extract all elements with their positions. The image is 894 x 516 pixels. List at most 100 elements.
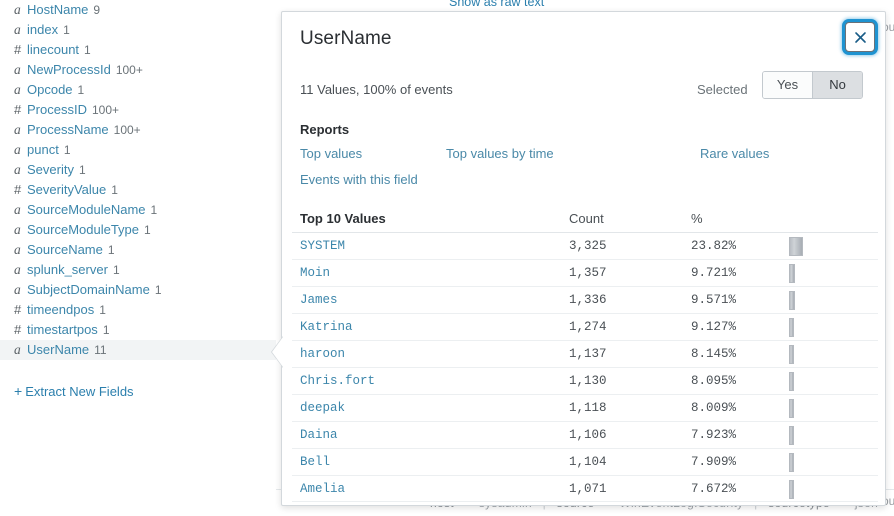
selected-label: Selected <box>697 82 748 97</box>
sidebar-field-severity[interactable]: a Severity 1 <box>0 160 276 180</box>
sidebar-field-label: SeverityValue <box>27 182 107 197</box>
percent-cell: 9.571% <box>691 293 737 307</box>
app-root: Show as raw text sou host =sysadmin | so… <box>0 0 894 516</box>
sidebar-field-sourcename[interactable]: a SourceName 1 <box>0 240 276 260</box>
table-row[interactable]: Amelia 1,071 7.672% <box>292 475 878 502</box>
count-cell: 1,137 <box>569 347 607 361</box>
extract-new-fields-link[interactable]: + Extract New Fields <box>14 383 134 399</box>
bar-cell <box>789 291 869 310</box>
sidebar-field-label: HostName <box>27 2 89 17</box>
table-row[interactable]: Daina 1,106 7.923% <box>292 421 878 448</box>
sidebar-field-username[interactable]: a UserName 11 <box>0 340 276 360</box>
value-cell[interactable]: Bell <box>300 455 330 469</box>
percent-cell: 23.82% <box>691 239 737 253</box>
value-bar <box>789 345 794 364</box>
value-cell[interactable]: Moin <box>300 266 330 280</box>
string-field-icon: a <box>14 162 21 177</box>
string-field-icon: a <box>14 22 21 37</box>
string-field-icon: a <box>14 222 21 237</box>
close-icon <box>853 30 868 45</box>
value-bar <box>789 291 795 310</box>
sidebar-field-processname[interactable]: a ProcessName 100+ <box>0 120 276 140</box>
count-cell: 1,336 <box>569 293 607 307</box>
report-link-rare-values[interactable]: Rare values <box>700 146 769 161</box>
sidebar-field-label: timeendpos <box>27 302 95 317</box>
sidebar-field-label: Opcode <box>27 82 73 97</box>
value-cell[interactable]: haroon <box>300 347 345 361</box>
sidebar-field-index[interactable]: a index 1 <box>0 20 276 40</box>
value-cell[interactable]: Chris.fort <box>300 374 375 388</box>
table-row[interactable]: deepak 1,118 8.009% <box>292 394 878 421</box>
table-row[interactable]: Katrina 1,274 9.127% <box>292 313 878 340</box>
sidebar-field-timestartpos[interactable]: # timestartpos 1 <box>0 320 276 340</box>
value-bar <box>789 264 795 283</box>
column-header-count: Count <box>569 211 604 226</box>
table-row[interactable]: Moin 1,357 9.721% <box>292 259 878 286</box>
page-title: UserName <box>300 28 392 49</box>
sidebar-field-count: 1 <box>77 83 85 97</box>
count-cell: 3,325 <box>569 239 607 253</box>
sidebar-field-severityvalue[interactable]: # SeverityValue 1 <box>0 180 276 200</box>
table-row[interactable]: James 1,336 9.571% <box>292 286 878 313</box>
table-row[interactable]: SYSTEM 3,325 23.82% <box>292 232 878 259</box>
report-link-top-values-by-time[interactable]: Top values by time <box>446 146 554 161</box>
numeric-field-icon: # <box>14 102 22 117</box>
sidebar-field-count: 100+ <box>91 103 119 117</box>
report-link-events-with-this-field[interactable]: Events with this field <box>300 172 418 187</box>
bar-cell <box>789 399 869 418</box>
selected-toggle-yes[interactable]: Yes <box>763 72 812 98</box>
report-link-top-values[interactable]: Top values <box>300 146 362 161</box>
bar-cell <box>789 453 869 472</box>
value-cell[interactable]: Amelia <box>300 482 345 496</box>
count-cell: 1,274 <box>569 320 607 334</box>
sidebar-field-label: NewProcessId <box>27 62 111 77</box>
sidebar-field-subjectdomainname[interactable]: a SubjectDomainName 1 <box>0 280 276 300</box>
sidebar-field-processid[interactable]: # ProcessID 100+ <box>0 100 276 120</box>
sidebar-field-label: ProcessName <box>27 122 109 137</box>
selected-toggle-no[interactable]: No <box>813 72 862 98</box>
value-cell[interactable]: deepak <box>300 401 345 415</box>
sidebar-field-label: SourceModuleType <box>27 222 140 237</box>
sidebar-field-count: 1 <box>102 323 110 337</box>
sidebar-field-hostname[interactable]: a HostName 9 <box>0 0 276 20</box>
close-button[interactable] <box>845 22 875 52</box>
table-row[interactable]: haroon 1,137 8.145% <box>292 340 878 367</box>
show-as-raw-text-link[interactable]: Show as raw text <box>449 0 544 9</box>
string-field-icon: a <box>14 142 21 157</box>
percent-cell: 8.009% <box>691 401 737 415</box>
sidebar-field-punct[interactable]: a punct 1 <box>0 140 276 160</box>
value-cell[interactable]: SYSTEM <box>300 239 345 253</box>
selected-toggle-group[interactable]: Yes No <box>762 71 863 99</box>
value-cell[interactable]: James <box>300 293 338 307</box>
percent-cell: 7.909% <box>691 455 737 469</box>
column-header-percent: % <box>691 211 703 226</box>
string-field-icon: a <box>14 62 21 77</box>
sidebar-field-label: SourceName <box>27 242 103 257</box>
numeric-field-icon: # <box>14 322 22 337</box>
value-bar <box>789 237 803 256</box>
sidebar-field-splunk_server[interactable]: a splunk_server 1 <box>0 260 276 280</box>
sidebar-field-count: 1 <box>144 223 151 237</box>
string-field-icon: a <box>14 282 21 297</box>
sidebar-field-linecount[interactable]: # linecount 1 <box>0 40 276 60</box>
value-bar <box>789 318 794 337</box>
string-field-icon: a <box>14 342 21 357</box>
bar-cell <box>789 318 869 337</box>
value-cell[interactable]: Katrina <box>300 320 353 334</box>
sidebar-field-sourcemoduletype[interactable]: a SourceModuleType 1 <box>0 220 276 240</box>
sidebar-field-newprocessid[interactable]: a NewProcessId 100+ <box>0 60 276 80</box>
sidebar-field-opcode[interactable]: a Opcode 1 <box>0 80 276 100</box>
string-field-icon: a <box>14 122 21 137</box>
table-row[interactable]: Chris.fort 1,130 8.095% <box>292 367 878 394</box>
plus-icon: + <box>14 383 23 399</box>
numeric-field-icon: # <box>14 182 22 197</box>
sidebar-field-count: 1 <box>78 163 86 177</box>
sidebar-field-label: SubjectDomainName <box>27 282 150 297</box>
sidebar-field-timeendpos[interactable]: # timeendpos 1 <box>0 300 276 320</box>
sidebar-field-count: 1 <box>63 23 70 37</box>
sidebar-field-label: SourceModuleName <box>27 202 146 217</box>
value-cell[interactable]: Daina <box>300 428 338 442</box>
sidebar-field-label: punct <box>27 142 59 157</box>
table-row[interactable]: Bell 1,104 7.909% <box>292 448 878 475</box>
sidebar-field-sourcemodulename[interactable]: a SourceModuleName 1 <box>0 200 276 220</box>
